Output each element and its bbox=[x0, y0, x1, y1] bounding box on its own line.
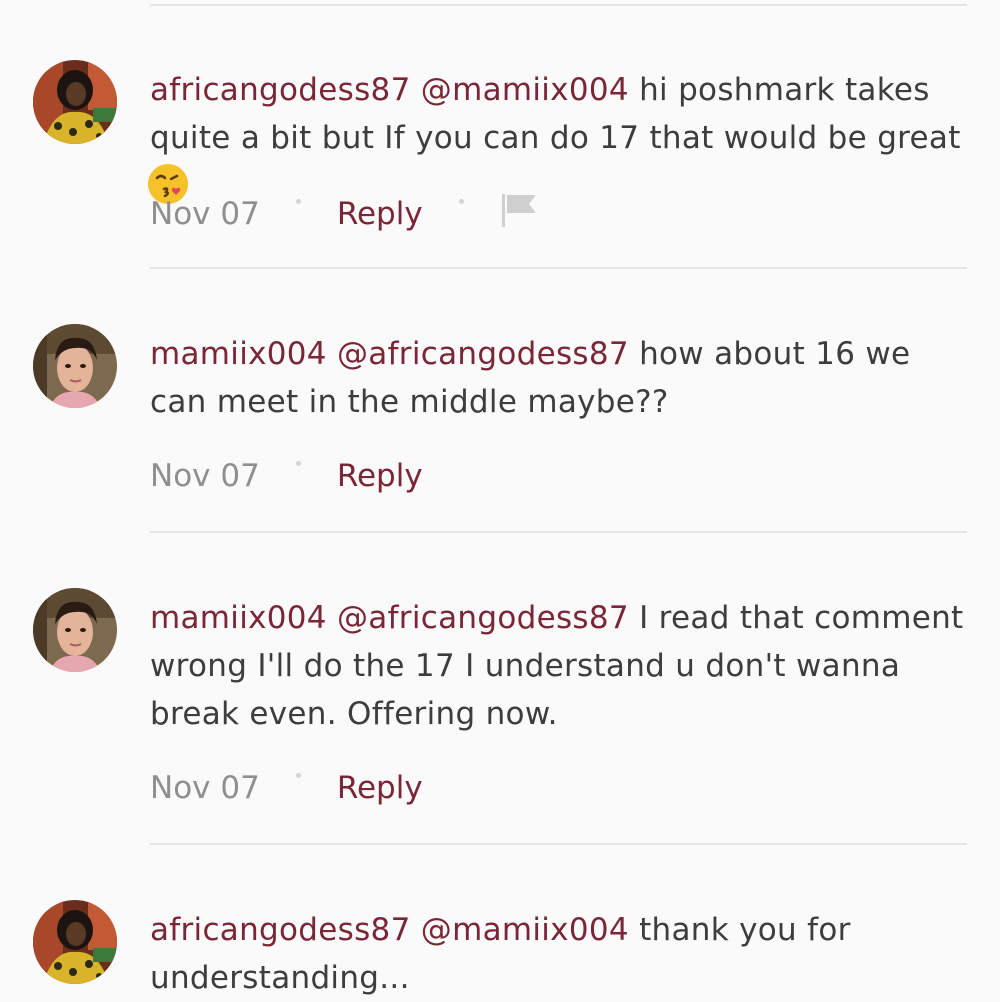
comment-divider bbox=[150, 4, 967, 6]
flag-icon[interactable] bbox=[500, 192, 540, 238]
comment-date: Nov 07 bbox=[150, 770, 260, 806]
comment-username[interactable]: mamiix004 bbox=[150, 600, 327, 636]
reply-button[interactable]: Reply bbox=[337, 768, 423, 808]
avatar[interactable] bbox=[33, 900, 117, 984]
avatar[interactable] bbox=[33, 60, 117, 144]
comment-date: Nov 07 bbox=[150, 196, 260, 232]
separator-dot bbox=[295, 199, 301, 204]
comment-text: mamiix004 @africangodess87 how about 16 … bbox=[150, 330, 965, 426]
comment-divider bbox=[150, 531, 967, 533]
comment-mention[interactable]: @africangodess87 bbox=[337, 336, 629, 372]
comment-username[interactable]: mamiix004 bbox=[150, 336, 327, 372]
comment-username[interactable]: africangodess87 bbox=[150, 72, 411, 108]
avatar[interactable] bbox=[33, 324, 117, 408]
reply-button[interactable]: Reply bbox=[337, 194, 423, 234]
comment-text: africangodess87 @mamiix004 hi poshmark t… bbox=[148, 66, 965, 211]
reply-button[interactable]: Reply bbox=[337, 456, 423, 496]
separator-dot bbox=[295, 461, 301, 466]
comment-text: mamiix004 @africangodess87 I read that c… bbox=[150, 594, 965, 738]
separator-dot bbox=[295, 773, 301, 778]
comment-username[interactable]: africangodess87 bbox=[150, 912, 411, 948]
comment-divider bbox=[150, 267, 967, 269]
comment-date: Nov 07 bbox=[150, 458, 260, 494]
comment-mention[interactable]: @africangodess87 bbox=[337, 600, 629, 636]
comment-mention[interactable]: @mamiix004 bbox=[421, 72, 629, 108]
comment-meta: Nov 07 Reply bbox=[150, 192, 540, 232]
separator-dot bbox=[458, 199, 464, 204]
comment-mention[interactable]: @mamiix004 bbox=[421, 912, 629, 948]
comment-meta: Nov 07 Reply bbox=[150, 456, 423, 496]
comment-divider bbox=[150, 843, 967, 845]
comment-meta: Nov 07 Reply bbox=[150, 768, 423, 808]
comment-text: africangodess87 @mamiix004 thank you for… bbox=[150, 906, 965, 1002]
avatar[interactable] bbox=[33, 588, 117, 672]
